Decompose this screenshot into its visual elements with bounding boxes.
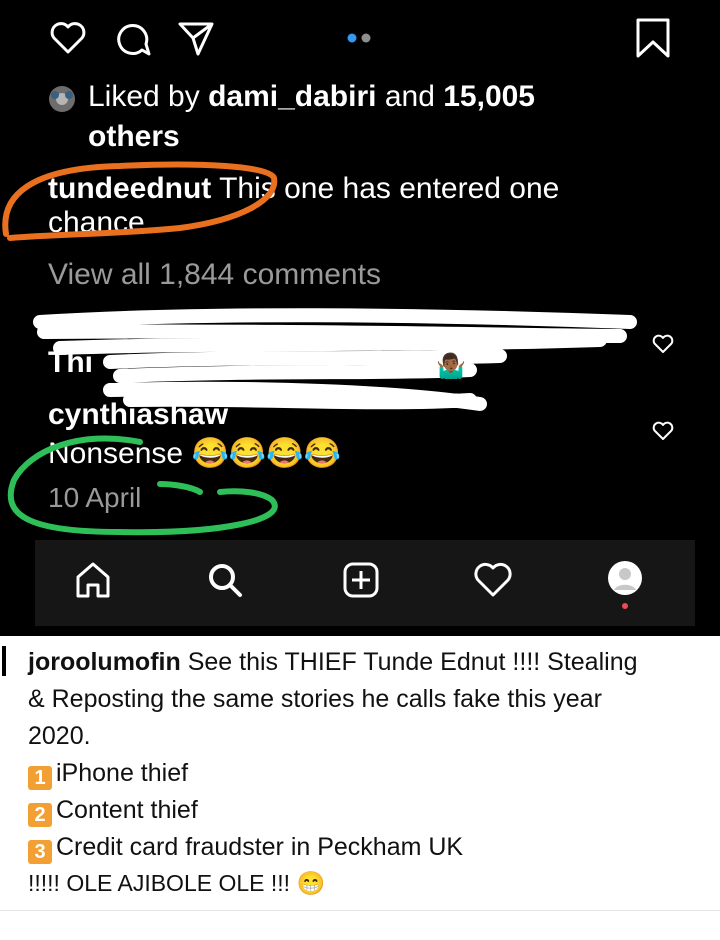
caption-line-2: & Reposting the same stories he calls fa… <box>28 685 602 713</box>
redaction-scribble <box>33 308 637 411</box>
likes-others[interactable]: others <box>88 120 180 154</box>
comment-icon[interactable] <box>112 18 154 60</box>
carousel-dot <box>361 33 371 43</box>
liked-by-line: Liked by dami_dabiri and 15,005 <box>88 80 535 114</box>
caption-line-3: 2020. <box>28 722 91 750</box>
divider <box>0 910 720 911</box>
likes-count[interactable]: 15,005 <box>443 80 535 113</box>
number-2-badge: 2 <box>28 803 52 827</box>
liked-by-prefix: Liked by <box>88 80 200 113</box>
notification-dot <box>622 603 628 609</box>
caption-list-item-3: 3 Credit card fraudster in Peckham UK <box>28 833 463 864</box>
number-3-badge: 3 <box>28 840 52 864</box>
activity-heart-icon[interactable] <box>473 560 513 600</box>
bookmark-icon[interactable] <box>634 16 672 60</box>
repost-caption: joroolumofin See this THIEF Tunde Ednut … <box>0 636 720 936</box>
grinning-emoji: 😁 <box>296 870 326 896</box>
caption-list-item-1: 1 iPhone thief <box>28 759 188 790</box>
repost-username[interactable]: joroolumofin <box>28 648 181 676</box>
instagram-post-screenshot: Liked by dami_dabiri and 15,005 others t… <box>0 0 720 636</box>
view-all-comments-link[interactable]: View all 1,844 comments <box>48 258 381 292</box>
shrug-emoji: 🤷🏾‍♂️ <box>436 353 466 380</box>
liked-by-and: and <box>384 80 435 113</box>
search-icon[interactable] <box>205 560 245 600</box>
add-post-icon[interactable] <box>341 560 381 600</box>
share-icon[interactable] <box>176 18 216 58</box>
liker-username[interactable]: dami_dabiri <box>208 80 376 113</box>
carousel-dots <box>347 33 371 43</box>
orange-highlight-circle <box>2 161 278 241</box>
caption-list-item-2: 2 Content thief <box>28 796 198 827</box>
home-icon[interactable] <box>73 560 113 600</box>
green-highlight-circle <box>7 435 278 536</box>
caption-left-bar <box>2 646 6 676</box>
caption-line-1: joroolumofin See this THIEF Tunde Ednut … <box>28 648 638 677</box>
liker-avatar[interactable] <box>47 84 77 114</box>
repost-text-1: See this THIEF Tunde Ednut !!!! Stealing <box>187 648 638 676</box>
carousel-dot-active <box>347 33 357 43</box>
number-1-badge: 1 <box>28 766 52 790</box>
heart-icon[interactable] <box>48 18 88 58</box>
bottom-navigation <box>35 540 695 626</box>
profile-avatar-icon[interactable] <box>605 558 645 612</box>
caption-closing: !!!!! OLE AJIBOLE OLE !!! 😁 <box>28 870 326 896</box>
